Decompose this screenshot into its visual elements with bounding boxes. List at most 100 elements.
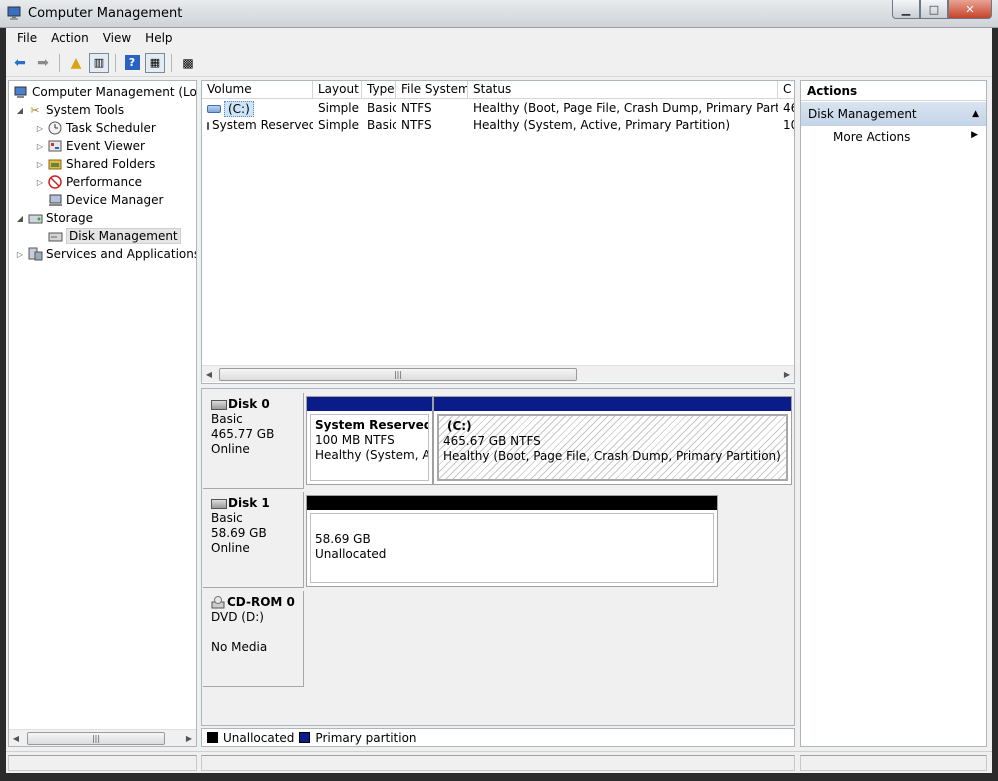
minimize-button[interactable]: ▁	[892, 0, 920, 19]
scroll-right-icon[interactable]: ▶	[780, 370, 794, 379]
table-row[interactable]: (C:) Simple Basic NTFS Healthy (Boot, Pa…	[202, 100, 794, 117]
more-actions-item[interactable]: More Actions ▶	[801, 126, 986, 148]
tree-item-computer-management[interactable]: Computer Management (Local	[11, 83, 196, 101]
show-hide-console-tree-button[interactable]: ▥	[89, 52, 109, 73]
volume-status: Healthy (System, Active, Primary Partiti…	[473, 118, 731, 132]
disk-info-disk0[interactable]: Disk 0 Basic 465.77 GB Online	[203, 393, 304, 489]
collapsed-arrow-icon[interactable]: ▷	[35, 178, 45, 187]
device-manager-icon	[47, 192, 63, 208]
disk-row-disk0: Disk 0 Basic 465.77 GB Online System Res…	[202, 393, 794, 489]
scroll-left-icon[interactable]: ◀	[9, 734, 23, 743]
menu-action[interactable]: Action	[44, 28, 96, 48]
partition-system-reserved[interactable]: System Reserved 100 MB NTFS Healthy (Sys…	[306, 396, 433, 485]
storage-icon	[27, 210, 43, 226]
drive-icon	[207, 121, 209, 130]
close-icon: ✕	[965, 2, 975, 16]
volume-file-system: NTFS	[401, 101, 432, 115]
toolbar-separator	[59, 53, 60, 72]
menu-help[interactable]: Help	[138, 28, 179, 48]
tree-item-device-manager[interactable]: Device Manager	[45, 191, 163, 209]
volume-list-header: Volume Layout Type File System Status C	[202, 81, 794, 99]
primary-partition-bar	[434, 397, 791, 411]
tree-item-event-viewer[interactable]: ▷ Event Viewer	[35, 137, 145, 155]
expanded-arrow-icon[interactable]: ◢	[15, 106, 25, 115]
tree-item-task-scheduler[interactable]: ▷ Task Scheduler	[35, 119, 156, 137]
collapsed-arrow-icon[interactable]: ▷	[35, 124, 45, 133]
column-header-status[interactable]: Status	[468, 81, 778, 99]
scroll-left-icon[interactable]: ◀	[202, 370, 216, 379]
tree-item-services-and-applications[interactable]: ▷ Services and Applications	[15, 245, 196, 263]
disk-row-disk1: Disk 1 Basic 58.69 GB Online 58.69 GB Un…	[202, 492, 794, 588]
maximize-button[interactable]: □	[920, 0, 948, 19]
status-segment	[8, 755, 197, 771]
forward-arrow-icon: ➡	[37, 54, 49, 71]
partition-size: 100 MB NTFS	[315, 433, 395, 447]
column-header-capacity[interactable]: C	[778, 81, 794, 99]
collapsed-arrow-icon[interactable]: ▷	[15, 250, 25, 259]
volume-type: Basic	[367, 101, 396, 115]
expanded-arrow-icon[interactable]: ◢	[15, 214, 25, 223]
legend-primary-partition: Primary partition	[315, 730, 417, 745]
system-tools-icon: ✂	[30, 103, 40, 117]
column-header-volume[interactable]: Volume	[202, 81, 313, 99]
disk-state: Online	[211, 442, 250, 456]
tree-horizontal-scrollbar[interactable]: ◀ ||| ▶	[9, 729, 196, 746]
disk-name: CD-ROM 0	[227, 595, 295, 609]
volume-list-horizontal-scrollbar[interactable]: ◀ ||| ▶	[202, 365, 794, 382]
primary-partition-bar	[307, 397, 432, 411]
actions-pane: Actions Disk Management ▲ More Actions ▶	[800, 80, 987, 747]
actions-section-disk-management[interactable]: Disk Management ▲	[801, 102, 986, 126]
scroll-right-icon[interactable]: ▶	[182, 734, 196, 743]
scrollbar-thumb[interactable]: |||	[27, 731, 165, 745]
task-scheduler-icon	[47, 120, 63, 136]
disk-management-icon	[47, 228, 63, 244]
tree-item-system-tools[interactable]: ◢ ✂ System Tools	[15, 101, 124, 119]
column-header-file-system[interactable]: File System	[396, 81, 468, 99]
disk-info-cdrom0[interactable]: CD-ROM 0 DVD (D:) No Media	[203, 591, 304, 687]
help-button[interactable]: ?	[122, 53, 142, 73]
scrollbar-thumb[interactable]: |||	[219, 367, 577, 381]
column-header-type[interactable]: Type	[362, 81, 396, 99]
disk-name: Disk 0	[228, 397, 270, 411]
disk-graphical-view: Disk 0 Basic 465.77 GB Online System Res…	[201, 388, 795, 726]
toolbar-separator	[115, 53, 116, 72]
properties-button[interactable]: ▩	[178, 53, 198, 73]
submenu-arrow-icon: ▶	[971, 130, 978, 140]
show-hide-action-pane-button[interactable]: ▦	[145, 52, 165, 73]
folder-up-icon: ▲	[70, 54, 82, 71]
menu-view[interactable]: View	[96, 28, 138, 48]
title-bar[interactable]: Computer Management ▁ □ ✕	[0, 0, 998, 28]
more-actions-label: More Actions	[833, 130, 911, 144]
forward-button[interactable]: ➡	[33, 53, 53, 73]
back-arrow-icon: ⬅	[14, 54, 26, 71]
disk-size	[211, 625, 303, 640]
hard-disk-icon	[211, 498, 227, 509]
collapse-up-icon[interactable]: ▲	[972, 109, 979, 119]
partition-unallocated[interactable]: 58.69 GB Unallocated	[306, 495, 718, 587]
close-button[interactable]: ✕	[948, 0, 992, 19]
partition-c[interactable]: (C:) 465.67 GB NTFS Healthy (Boot, Page …	[433, 396, 792, 485]
actions-title: Actions	[801, 81, 986, 101]
console-tree: Computer Management (Local ◢ ✂ System To…	[8, 80, 197, 747]
disk-type: DVD (D:)	[211, 610, 264, 624]
action-pane-icon: ▦	[149, 56, 161, 69]
actions-section-label: Disk Management	[808, 107, 917, 121]
collapsed-arrow-icon[interactable]: ▷	[35, 160, 45, 169]
tree-item-performance[interactable]: ▷ Performance	[35, 173, 142, 191]
partition-size: 465.67 GB NTFS	[443, 434, 541, 448]
drive-icon	[207, 104, 221, 113]
collapsed-arrow-icon[interactable]: ▷	[35, 142, 45, 151]
tree-item-shared-folders[interactable]: ▷ Shared Folders	[35, 155, 155, 173]
disk-info-disk1[interactable]: Disk 1 Basic 58.69 GB Online	[203, 492, 304, 588]
menu-file[interactable]: File	[10, 28, 44, 48]
tree-item-disk-management[interactable]: Disk Management	[45, 227, 181, 245]
back-button[interactable]: ⬅	[10, 53, 30, 73]
computer-management-icon	[13, 84, 29, 100]
volume-layout: Simple	[318, 118, 359, 132]
tree-item-storage[interactable]: ◢ Storage	[15, 209, 93, 227]
up-one-level-button[interactable]: ▲	[66, 53, 86, 73]
table-row[interactable]: System Reserved Simple Basic NTFS Health…	[202, 117, 794, 134]
main-frame: File Action View Help ⬅ ➡ ▲ ▥ ? ▦ ▩ Comp…	[6, 28, 992, 773]
column-header-layout[interactable]: Layout	[313, 81, 362, 99]
volume-name: (C:)	[224, 100, 254, 117]
